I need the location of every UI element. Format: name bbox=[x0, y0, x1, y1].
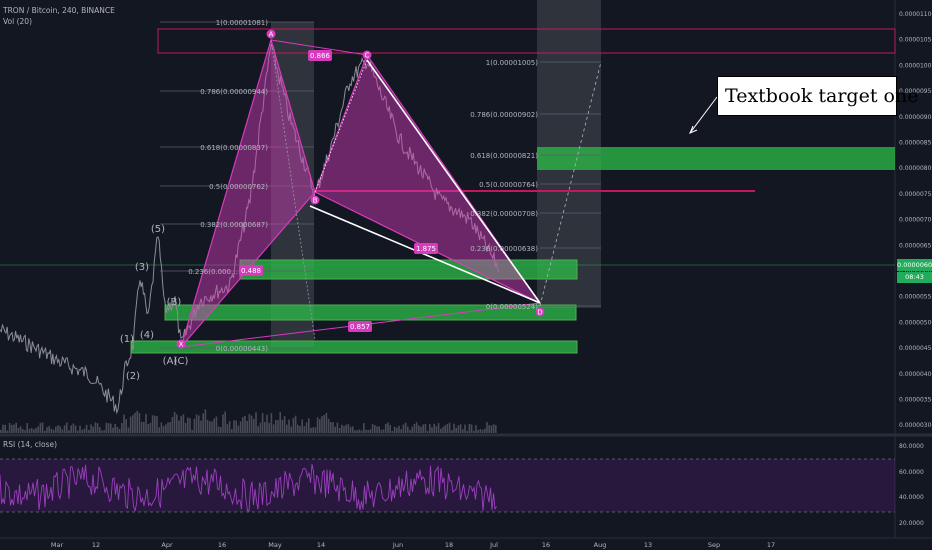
fib-right-label-0382: 0.382(0.00000708) bbox=[470, 210, 538, 218]
green-zone-upper-target bbox=[537, 147, 895, 170]
price-tick: 0.00000700 bbox=[899, 217, 932, 224]
elliott-3: (3) bbox=[135, 262, 149, 273]
time-tick: 17 bbox=[767, 541, 775, 549]
fib-left-label-0236: 0.236(0.000… bbox=[188, 268, 238, 276]
rsi-axis[interactable]: 80.0000 60.0000 40.0000 20.0000 bbox=[899, 443, 924, 527]
green-zone-mid bbox=[239, 259, 578, 280]
elliott-2: (2) bbox=[126, 371, 140, 382]
fib-right-label-05: 0.5(0.00000764) bbox=[479, 181, 538, 189]
elliott-4: (4) bbox=[140, 330, 154, 341]
time-tick: Jun bbox=[392, 541, 403, 549]
elliott-b: (B) bbox=[167, 297, 182, 308]
current-price-tag: 0.00000604 bbox=[897, 259, 932, 271]
time-tick: 14 bbox=[317, 541, 325, 549]
time-tick: 13 bbox=[644, 541, 652, 549]
time-tick: Apr bbox=[161, 541, 173, 549]
fib-left-label-1: 1(0.00001081) bbox=[216, 19, 268, 27]
fib-left-label-0618: 0.618(0.00000837) bbox=[200, 144, 268, 152]
price-tick: 0.00000750 bbox=[899, 191, 932, 198]
fib-left-label-0382: 0.382(0.00000687) bbox=[200, 221, 268, 229]
ratio-badge-xd: 0.857 bbox=[350, 323, 370, 331]
bar-countdown-tag: 08:43 bbox=[897, 272, 932, 283]
price-tick: 0.00000400 bbox=[899, 371, 932, 378]
point-b-label: B bbox=[313, 197, 318, 205]
fib-right-label-0236: 0.236(0.00000638) bbox=[470, 245, 538, 253]
price-axis[interactable]: 0.000011000.000010500.000010000.00000950… bbox=[899, 11, 932, 429]
price-tick: 0.00000350 bbox=[899, 397, 932, 404]
green-zone-bottom bbox=[130, 340, 578, 354]
rsi-tick: 20.0000 bbox=[899, 520, 924, 527]
fib-right-label-1: 1(0.00001005) bbox=[486, 59, 538, 67]
fib-left-label-05: 0.5(0.00000762) bbox=[209, 183, 268, 191]
rsi-tick: 60.0000 bbox=[899, 469, 924, 476]
symbol-title[interactable]: TRON / Bitcoin, 240, BINANCE bbox=[3, 6, 115, 15]
fib-left-label-0: 0(0.00000443) bbox=[216, 345, 268, 353]
point-a-label: A bbox=[269, 31, 274, 39]
price-tick: 0.00000500 bbox=[899, 319, 932, 326]
price-tick: 0.00001050 bbox=[899, 37, 932, 44]
time-tick: Jul bbox=[489, 541, 498, 549]
point-c-label: C bbox=[365, 52, 370, 60]
time-tick: Aug bbox=[594, 541, 607, 549]
price-tick: 0.00000850 bbox=[899, 140, 932, 147]
elliott-5: (5) bbox=[151, 224, 165, 235]
time-axis[interactable]: Mar 12 Apr 16 May 14 Jun 18 Jul 16 Aug 13 Sep 17 bbox=[51, 541, 775, 549]
price-tick: 0.00001000 bbox=[899, 62, 932, 69]
fib-right-label-0: 0(0.00000524) bbox=[486, 303, 538, 311]
point-x-label: X bbox=[179, 341, 184, 349]
ratio-badge-ac: 0.866 bbox=[310, 52, 331, 60]
ratio-badge-bd: 1.875 bbox=[416, 245, 436, 253]
price-tick: 0.00000800 bbox=[899, 165, 932, 172]
time-tick: May bbox=[268, 541, 282, 549]
price-tick: 0.00000550 bbox=[899, 294, 932, 301]
price-tick: 0.00000300 bbox=[899, 422, 932, 429]
price-tick: 0.00001100 bbox=[899, 11, 932, 18]
time-tick: Sep bbox=[708, 541, 720, 549]
time-tick: 18 bbox=[445, 541, 453, 549]
rsi-indicator-label[interactable]: RSI (14, close) bbox=[3, 440, 57, 449]
rsi-tick: 40.0000 bbox=[899, 494, 924, 501]
volume-indicator-label[interactable]: Vol (20) bbox=[3, 17, 32, 26]
price-tick: 0.00000450 bbox=[899, 345, 932, 352]
time-tick: 16 bbox=[218, 541, 226, 549]
elliott-1: (1) bbox=[120, 334, 134, 345]
price-tick: 0.00000650 bbox=[899, 242, 932, 249]
elliott-c: (C) bbox=[174, 356, 189, 367]
rsi-tick: 80.0000 bbox=[899, 443, 924, 450]
textbook-target-callout: Textbook target one bbox=[717, 76, 918, 116]
time-tick: 16 bbox=[542, 541, 550, 549]
fib-left-label-0786: 0.786(0.00000944) bbox=[200, 88, 268, 96]
ratio-badge-xb: 0.488 bbox=[241, 267, 261, 275]
time-tick: Mar bbox=[51, 541, 64, 549]
point-d-label: D bbox=[537, 309, 542, 317]
time-tick: 12 bbox=[92, 541, 100, 549]
fib-right-label-0786: 0.786(0.00000902) bbox=[470, 111, 538, 119]
fib-right-label-0618: 0.618(0.00000821) bbox=[470, 152, 538, 160]
